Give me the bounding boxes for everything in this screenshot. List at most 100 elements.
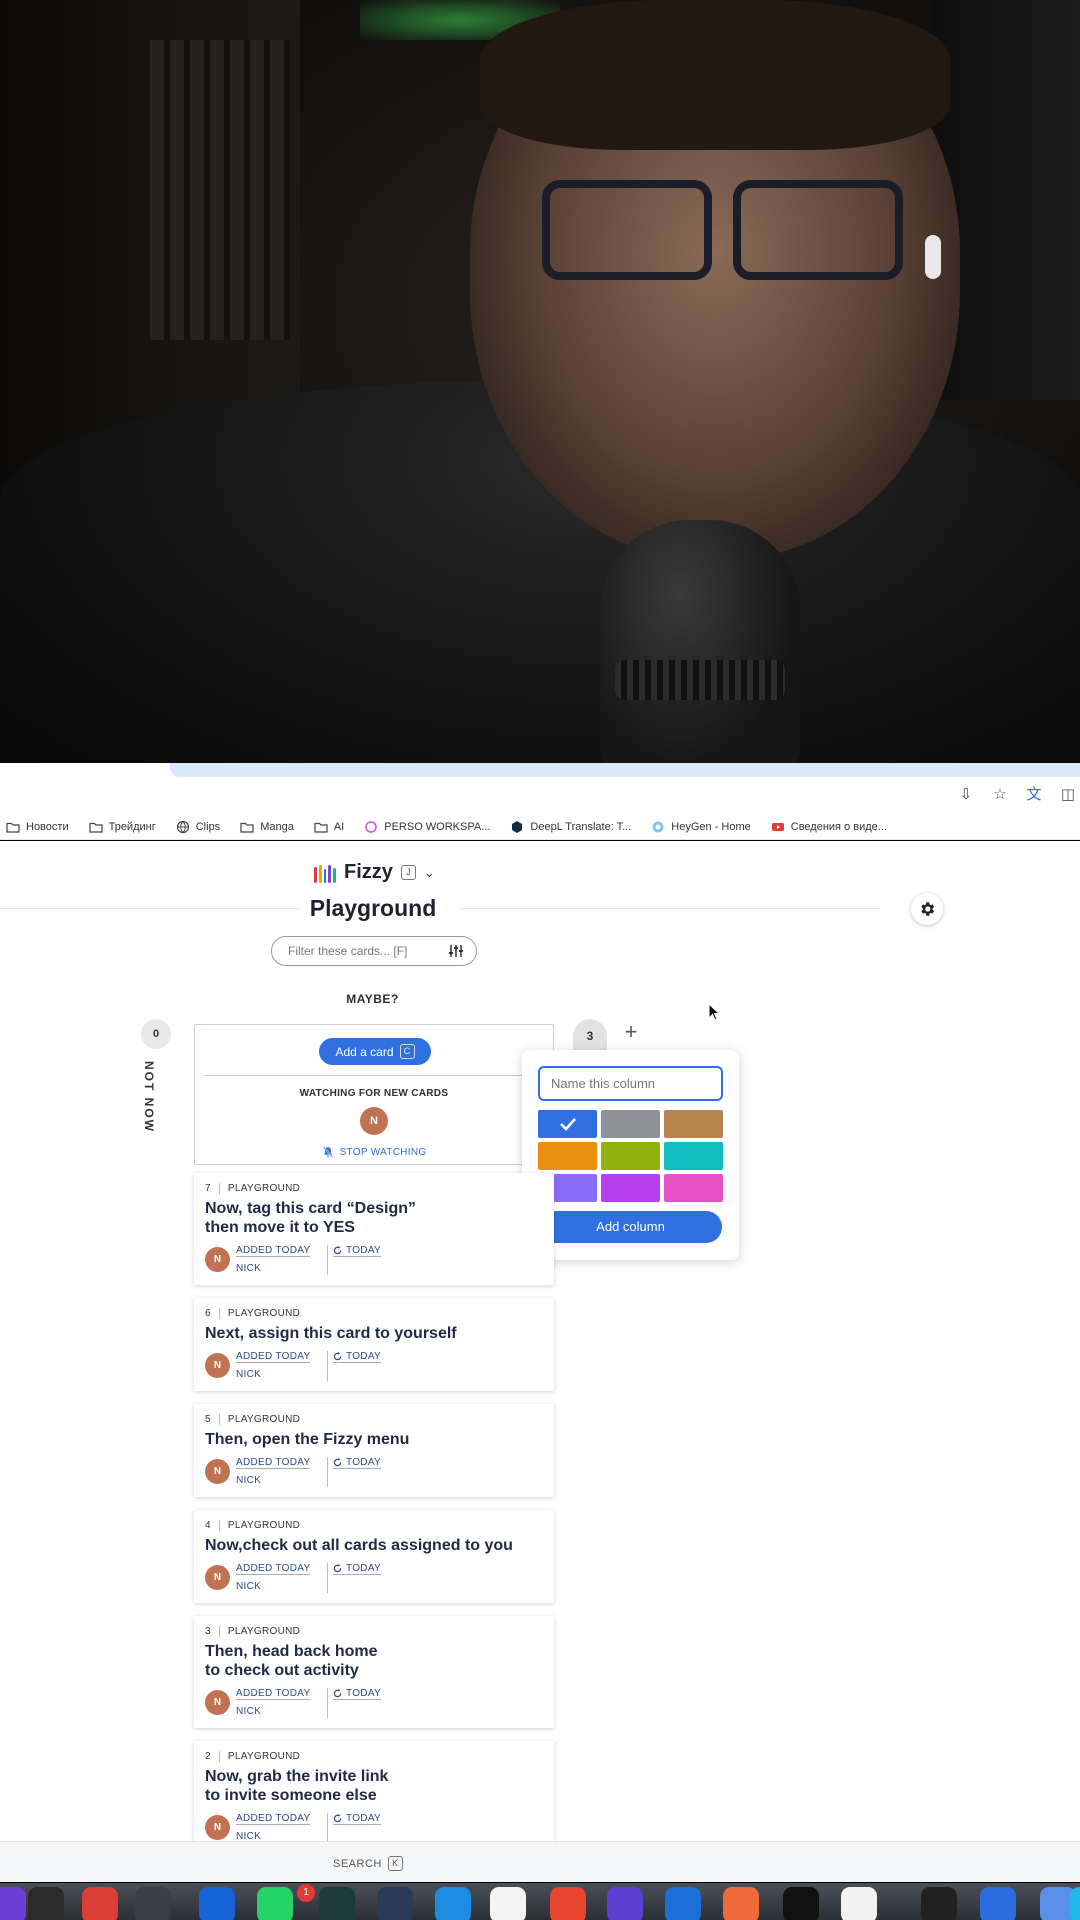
card-board[interactable]: PLAYGROUND (228, 1308, 300, 1319)
add-card-shortcut: C (399, 1044, 415, 1059)
column-name-input[interactable] (538, 1066, 723, 1101)
address-bar[interactable]: ⇩ ☆ 文 ◫ (0, 777, 1080, 815)
color-swatch[interactable] (664, 1110, 723, 1138)
dock-app-icon[interactable] (199, 1887, 235, 1920)
card-board[interactable]: PLAYGROUND (228, 1520, 300, 1531)
card[interactable]: 7 PLAYGROUND Now, tag this card “Design” t… (194, 1173, 554, 1285)
macos-dock: 1 (0, 1883, 1080, 1920)
watching-title: WATCHING FOR NEW CARDS (299, 1088, 449, 1099)
column-count-badge[interactable]: 3 (573, 1019, 607, 1053)
install-app-icon[interactable]: ⇩ (956, 785, 976, 805)
card-updated-label: TODAY (346, 1563, 382, 1574)
card-board[interactable]: PLAYGROUND (228, 1183, 300, 1194)
translate-icon[interactable]: 文 (1024, 785, 1044, 805)
card-title[interactable]: Then, head back home to check out activi… (205, 1642, 544, 1680)
settings-button[interactable] (911, 893, 943, 925)
dock-app-icon[interactable] (665, 1887, 701, 1920)
dock-app-icon[interactable] (135, 1887, 171, 1920)
notnow-count[interactable]: 0 (141, 1019, 171, 1049)
card[interactable]: 6 PLAYGROUND Next, assign this card to you… (194, 1298, 554, 1391)
dock-app-icon[interactable] (490, 1887, 526, 1920)
search-bar[interactable]: SEARCH K (0, 1841, 1080, 1882)
dock-app-icon[interactable] (28, 1887, 64, 1920)
color-swatch[interactable] (538, 1110, 597, 1138)
color-swatch[interactable] (538, 1142, 597, 1170)
color-swatch[interactable] (664, 1174, 723, 1202)
dock-app-icon[interactable] (841, 1887, 877, 1920)
card-meta: 3 PLAYGROUND (205, 1626, 544, 1637)
card-board[interactable]: PLAYGROUND (228, 1751, 300, 1762)
card-avatar[interactable]: N (205, 1353, 230, 1378)
bookmark-item[interactable]: Clips (176, 820, 220, 834)
watcher-avatar[interactable]: N (360, 1107, 388, 1135)
dock-app-icon[interactable] (723, 1887, 759, 1920)
card-added-date: ADDED TODAY (236, 1563, 311, 1575)
card-title[interactable]: Now, grab the invite link to invite some… (205, 1767, 544, 1805)
card-avatar[interactable]: N (205, 1565, 230, 1590)
dock-app-icon[interactable] (607, 1887, 643, 1920)
dock-app-icon[interactable] (1070, 1887, 1080, 1920)
dock-app-icon[interactable] (82, 1887, 118, 1920)
bookmark-label: HeyGen - Home (671, 821, 751, 833)
bookmark-star-icon[interactable]: ☆ (990, 785, 1010, 805)
bookmark-item[interactable]: DeepL Translate: T... (510, 820, 631, 834)
bookmark-item[interactable]: Сведения о виде... (771, 820, 887, 834)
dock-app-icon[interactable] (921, 1887, 957, 1920)
dock-app-icon[interactable] (257, 1887, 293, 1920)
rss-icon[interactable]: ◫ (1058, 785, 1078, 805)
card-title[interactable]: Now, tag this card “Design” then move it… (205, 1199, 544, 1237)
card-avatar[interactable]: N (205, 1247, 230, 1272)
sliders-icon[interactable] (448, 943, 464, 959)
bookmark-item[interactable]: Manga (240, 820, 294, 834)
bookmark-item[interactable]: PERSO WORKSPA... (364, 820, 490, 834)
card-added-date: ADDED TODAY (236, 1688, 311, 1700)
deepl-icon (512, 821, 523, 833)
card-title[interactable]: Now,check out all cards assigned to you (205, 1536, 544, 1555)
card[interactable]: 3 PLAYGROUND Then, head back home to check… (194, 1616, 554, 1728)
card-title[interactable]: Then, open the Fizzy menu (205, 1430, 544, 1449)
card-title[interactable]: Next, assign this card to yourself (205, 1324, 544, 1343)
checkmark-icon (559, 1118, 576, 1131)
card-updated: TODAY (333, 1457, 382, 1469)
color-swatch[interactable] (664, 1142, 723, 1170)
column-heading-maybe: MAYBE? (346, 992, 399, 1006)
color-swatch[interactable] (601, 1142, 660, 1170)
card-updated: TODAY (333, 1563, 382, 1575)
bookmark-item[interactable]: AI (314, 820, 344, 834)
card-avatar[interactable]: N (205, 1815, 230, 1840)
card-board[interactable]: PLAYGROUND (228, 1414, 300, 1425)
dock-app-icon[interactable] (435, 1887, 471, 1920)
card-avatar[interactable]: N (205, 1459, 230, 1484)
dock-app-icon[interactable] (377, 1887, 413, 1920)
dock-app-icon[interactable] (0, 1887, 26, 1920)
card[interactable]: 2 PLAYGROUND Now, grab the invite link to … (194, 1741, 554, 1853)
bookmark-label: PERSO WORKSPA... (384, 821, 491, 833)
card[interactable]: 5 PLAYGROUND Then, open the Fizzy menu N ADD… (194, 1404, 554, 1497)
color-swatch[interactable] (601, 1174, 660, 1202)
bookmark-item[interactable]: Новости (6, 820, 69, 834)
add-column-plus-button[interactable]: + (620, 1021, 642, 1043)
card-board[interactable]: PLAYGROUND (228, 1626, 300, 1637)
color-swatches (538, 1110, 723, 1202)
active-tab[interactable] (170, 763, 1080, 777)
dock-app-icon[interactable] (783, 1887, 819, 1920)
bookmark-item[interactable]: HeyGen - Home (651, 820, 751, 834)
card-footer: N ADDED TODAY NICK TODAY (205, 1688, 544, 1720)
stop-watching-button[interactable]: STOP WATCHING (195, 1146, 553, 1158)
dock-app-icon[interactable] (550, 1887, 586, 1920)
dock-app-icon[interactable] (319, 1887, 355, 1920)
dock-app-icon[interactable] (980, 1887, 1016, 1920)
notnow-column-label[interactable]: NOT NOW (131, 1061, 181, 1151)
card-added-date: ADDED TODAY (236, 1245, 311, 1257)
bookmark-item[interactable]: Трейдинг (88, 820, 156, 834)
card[interactable]: 4 PLAYGROUND Now,check out all cards assig… (194, 1510, 554, 1603)
card-avatar[interactable]: N (205, 1690, 230, 1715)
filter-input[interactable]: Filter these cards... [F] (271, 936, 477, 966)
card-updated-label: TODAY (346, 1351, 382, 1362)
add-card-button[interactable]: Add a card C (319, 1038, 431, 1065)
add-column-button[interactable]: Add column (539, 1211, 722, 1243)
card-meta: 5 PLAYGROUND (205, 1414, 544, 1425)
color-swatch[interactable] (601, 1110, 660, 1138)
brand-menu[interactable]: Fizzy J ⌄ (314, 861, 435, 884)
footer-separator (327, 1351, 328, 1381)
